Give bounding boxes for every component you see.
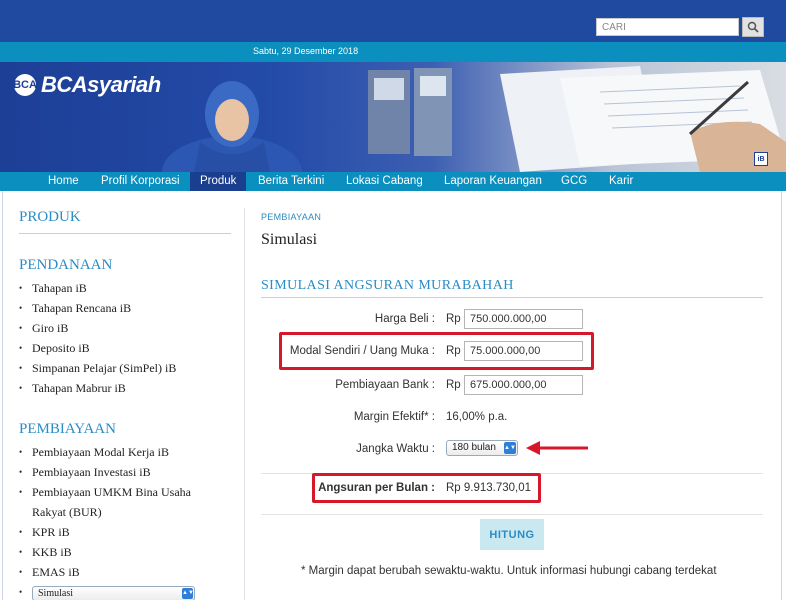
pembiayaan-bank-label: Pembiayaan Bank : [335,379,435,391]
search-input[interactable] [596,18,739,36]
sidebar-item-tahapan-rencana[interactable]: Tahapan Rencana iB [19,298,231,318]
select-arrows-icon: ▲▼ [504,442,516,454]
simulasi-select-value: Simulasi [38,587,74,599]
sidebar-item-deposito[interactable]: Deposito iB [19,338,231,358]
search-icon [747,21,759,33]
nav-item-karir[interactable]: Karir [601,172,641,191]
breadcrumb[interactable]: PEMBIAYAAN [261,212,321,222]
annotation-arrow-icon [526,441,588,455]
date-bar: Sabtu, 29 Desember 2018 [0,42,786,62]
top-bar [0,0,786,42]
sidebar-item-giro[interactable]: Giro iB [19,318,231,338]
bca-syariah-logo[interactable]: BCA BCAsyariah [13,72,161,98]
main-nav: Home Profil Korporasi Produk Berita Terk… [0,172,786,191]
pembiayaan-bank-currency: Rp [446,379,461,391]
pembiayaan-bank-input[interactable]: 675.000.000,00 [464,375,583,395]
harga-beli-input[interactable]: 750.000.000,00 [464,309,583,329]
sidebar-item-simpel[interactable]: Simpanan Pelajar (SimPel) iB [19,358,231,378]
annotation-box-modal [279,332,594,370]
annotation-box-angsuran [312,473,541,503]
simulasi-select[interactable]: Simulasi ▲▼ [32,585,195,600]
sidebar-item-tahapan[interactable]: Tahapan iB [19,278,231,298]
sidebar-item-umkm-bur[interactable]: Pembiayaan UMKM Bina Usaha Rakyat (BUR) [19,482,204,522]
result-divider-bottom [261,514,763,515]
hero-banner: BCA BCAsyariah [0,62,786,172]
logo-text: BCAsyariah [41,72,161,97]
frame-border-left [2,191,3,600]
sidebar-item-modal-kerja[interactable]: Pembiayaan Modal Kerja iB [19,442,231,462]
sidebar-divider [19,233,231,234]
nav-item-profil-korporasi[interactable]: Profil Korporasi [93,172,188,191]
select-arrows-icon: ▲▼ [182,587,194,599]
search-button[interactable] [742,17,764,37]
nav-item-gcg[interactable]: GCG [553,172,595,191]
page-title: Simulasi [261,231,318,248]
sidebar-item-kpr[interactable]: KPR iB [19,522,231,542]
pendanaan-list: Tahapan iB Tahapan Rencana iB Giro iB De… [19,278,231,398]
logo-mark-icon: BCA [13,74,37,96]
margin-efektif-label: Margin Efektif* : [353,411,435,423]
nav-item-lokasi-cabang[interactable]: Lokasi Cabang [338,172,431,191]
pembiayaan-list: Pembiayaan Modal Kerja iB Pembiayaan Inv… [19,442,231,600]
sidebar-item-kkb[interactable]: KKB iB [19,542,231,562]
nav-item-berita-terkini[interactable]: Berita Terkini [250,172,332,191]
sidebar-item-emas[interactable]: EMAS iB [19,562,231,582]
harga-beli-currency: Rp [446,313,461,325]
margin-note: * Margin dapat berubah sewaktu-waktu. Un… [301,565,717,577]
sidebar-item-simulasi: Simulasi ▲▼ [19,582,231,600]
jangka-waktu-label: Jangka Waktu : [356,443,435,455]
sidebar-item-investasi[interactable]: Pembiayaan Investasi iB [19,462,231,482]
nav-item-laporan-keuangan[interactable]: Laporan Keuangan [436,172,550,191]
nav-item-produk[interactable]: Produk [190,172,247,191]
jangka-waktu-select[interactable]: 180 bulan ▲▼ [446,440,518,456]
sidebar-heading-pendanaan: PENDANAAN [19,257,113,273]
jangka-waktu-value: 180 bulan [452,442,496,453]
margin-efektif-value: 16,00% p.a. [446,411,508,423]
sidebar: PRODUK PENDANAAN Tahapan iB Tahapan Renc… [19,209,231,600]
sidebar-title: PRODUK [19,209,81,225]
nav-item-home[interactable]: Home [40,172,87,191]
section-divider [261,297,763,298]
current-date: Sabtu, 29 Desember 2018 [253,46,359,56]
sidebar-heading-pembiayaan: PEMBIAYAAN [19,421,116,437]
ib-badge-icon: iB [754,152,768,166]
harga-beli-label: Harga Beli : [374,313,435,325]
hitung-button[interactable]: HITUNG [480,519,544,550]
sidebar-item-tahapan-mabrur[interactable]: Tahapan Mabrur iB [19,378,231,398]
section-title: SIMULASI ANGSURAN MURABAHAH [261,278,514,293]
frame-border-right [781,191,782,600]
column-divider [244,208,245,600]
